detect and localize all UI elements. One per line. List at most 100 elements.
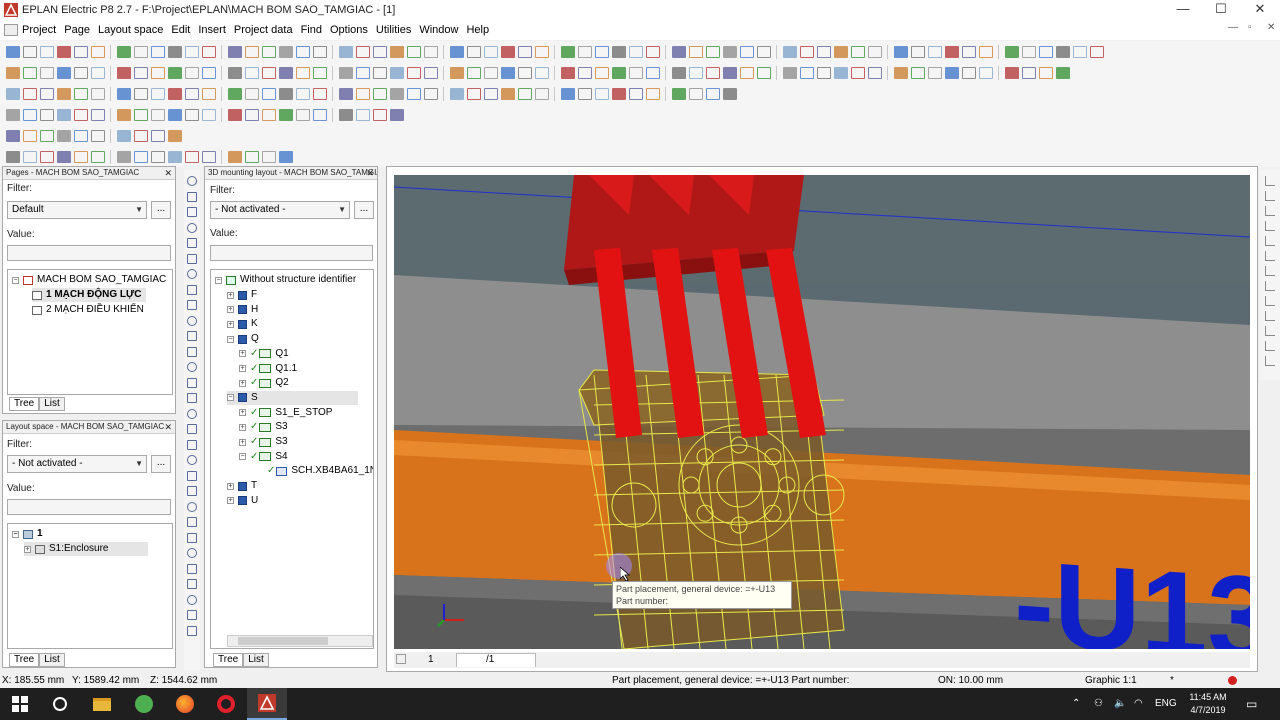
- toolbar-button-icon[interactable]: [90, 129, 105, 142]
- toolbar-button-icon[interactable]: [5, 150, 20, 163]
- menu-project-data[interactable]: Project data: [230, 20, 297, 40]
- firefox-icon[interactable]: [165, 688, 205, 720]
- toolbar-button-icon[interactable]: [389, 45, 404, 58]
- toolbar-button-icon[interactable]: [312, 45, 327, 58]
- tree-node-device[interactable]: + ✓ Q1.1: [239, 362, 297, 376]
- filter-select[interactable]: - Not activated - ▼: [7, 455, 147, 473]
- toolbar-button-icon[interactable]: [167, 108, 182, 121]
- toolbar-button-icon[interactable]: [355, 87, 370, 100]
- toolbar-button-icon[interactable]: [227, 66, 242, 79]
- toolbar-button-icon[interactable]: [722, 87, 737, 100]
- drawing-tool-icon[interactable]: [187, 455, 197, 465]
- toolbar-button-icon[interactable]: [577, 45, 592, 58]
- menu-options[interactable]: Options: [326, 20, 372, 40]
- snap-tool-icon[interactable]: [1265, 341, 1275, 351]
- collapse-icon[interactable]: −: [227, 394, 234, 402]
- maximize-button[interactable]: ☐: [1201, 0, 1241, 20]
- tray-chevron-icon[interactable]: ⌃: [1072, 688, 1080, 720]
- expand-icon[interactable]: +: [239, 379, 246, 387]
- drawing-tool-icon[interactable]: [187, 501, 197, 512]
- toolbar-button-icon[interactable]: [833, 66, 848, 79]
- toolbar-button-icon[interactable]: [423, 66, 438, 79]
- 3d-viewport[interactable]: -U13 Part placement, general device: =+-…: [394, 175, 1250, 649]
- toolbar-button-icon[interactable]: [355, 108, 370, 121]
- toolbar-button-icon[interactable]: [133, 150, 148, 163]
- toolbar-button-icon[interactable]: [517, 66, 532, 79]
- toolbar-button-icon[interactable]: [978, 45, 993, 58]
- menu-page[interactable]: Page: [60, 20, 94, 40]
- toolbar-button-icon[interactable]: [611, 87, 626, 100]
- scrollbar-thumb[interactable]: [238, 637, 328, 645]
- snap-tool-icon[interactable]: [1265, 356, 1275, 366]
- toolbar-button-icon[interactable]: [312, 108, 327, 121]
- snap-tool-icon[interactable]: [1265, 311, 1275, 321]
- tree-node-group-q[interactable]: − Q: [227, 332, 259, 346]
- toolbar-button-icon[interactable]: [739, 66, 754, 79]
- toolbar-button-icon[interactable]: [628, 45, 643, 58]
- toolbar-button-icon[interactable]: [389, 87, 404, 100]
- toolbar-button-icon[interactable]: [628, 66, 643, 79]
- value-input[interactable]: [7, 245, 171, 261]
- toolbar-button-icon[interactable]: [39, 87, 54, 100]
- toolbar-button-icon[interactable]: [39, 150, 54, 163]
- toolbar-button-icon[interactable]: [1072, 45, 1087, 58]
- toolbar-button-icon[interactable]: [449, 87, 464, 100]
- toolbar-button-icon[interactable]: [500, 87, 515, 100]
- toolbar-button-icon[interactable]: [927, 45, 942, 58]
- toolbar-button-icon[interactable]: [150, 108, 165, 121]
- drawing-tool-icon[interactable]: [187, 222, 197, 233]
- drawing-tool-icon[interactable]: [187, 470, 197, 481]
- toolbar-button-icon[interactable]: [961, 45, 976, 58]
- toolbar-button-icon[interactable]: [500, 66, 515, 79]
- toolbar-button-icon[interactable]: [756, 45, 771, 58]
- toolbar-button-icon[interactable]: [534, 87, 549, 100]
- toolbar-button-icon[interactable]: [56, 87, 71, 100]
- drawing-tool-icon[interactable]: [187, 238, 197, 248]
- toolbar-button-icon[interactable]: [244, 150, 259, 163]
- toolbar-button-icon[interactable]: [671, 87, 686, 100]
- toolbar-button-icon[interactable]: [133, 87, 148, 100]
- toolbar-button-icon[interactable]: [312, 87, 327, 100]
- toolbar-button-icon[interactable]: [73, 87, 88, 100]
- tree-node-device[interactable]: − ✓ S4: [239, 450, 288, 464]
- toolbar-button-icon[interactable]: [867, 45, 882, 58]
- page-number[interactable]: 1: [428, 654, 434, 665]
- toolbar-button-icon[interactable]: [560, 45, 575, 58]
- toolbar-button-icon[interactable]: [338, 108, 353, 121]
- toolbar-button-icon[interactable]: [594, 87, 609, 100]
- toolbar-button-icon[interactable]: [295, 87, 310, 100]
- menu-project[interactable]: Project: [18, 20, 60, 40]
- toolbar-button-icon[interactable]: [184, 108, 199, 121]
- volume-icon[interactable]: 🔈: [1114, 688, 1126, 720]
- toolbar-button-icon[interactable]: [893, 45, 908, 58]
- toolbar-button-icon[interactable]: [611, 66, 626, 79]
- drawing-tool-icon[interactable]: [187, 269, 197, 279]
- toolbar-button-icon[interactable]: [167, 129, 182, 142]
- notification-icon[interactable]: ▭: [1246, 688, 1257, 720]
- toolbar-button-icon[interactable]: [295, 66, 310, 79]
- toolbar-button-icon[interactable]: [261, 45, 276, 58]
- toolbar-button-icon[interactable]: [227, 45, 242, 58]
- close-icon[interactable]: ✕: [164, 421, 172, 433]
- clock[interactable]: 11:45 AM 4/7/2019: [1180, 688, 1236, 720]
- snap-tool-icon[interactable]: [1265, 191, 1275, 201]
- snap-tool-icon[interactable]: [1265, 206, 1275, 216]
- expand-icon[interactable]: +: [227, 291, 234, 299]
- toolbar-button-icon[interactable]: [201, 66, 216, 79]
- filter-select[interactable]: - Not activated - ▼: [210, 201, 350, 219]
- drawing-tool-icon[interactable]: [187, 284, 197, 295]
- filter-more-button[interactable]: ...: [151, 201, 171, 219]
- toolbar-button-icon[interactable]: [116, 45, 131, 58]
- toolbar-button-icon[interactable]: [201, 150, 216, 163]
- toolbar-button-icon[interactable]: [244, 87, 259, 100]
- toolbar-button-icon[interactable]: [372, 87, 387, 100]
- toolbar-button-icon[interactable]: [739, 45, 754, 58]
- snap-tool-icon[interactable]: [1265, 266, 1275, 276]
- toolbar-button-icon[interactable]: [261, 66, 276, 79]
- green-app-icon[interactable]: [124, 688, 164, 720]
- toolbar-button-icon[interactable]: [1021, 66, 1036, 79]
- snap-tool-icon[interactable]: [1265, 221, 1275, 231]
- drawing-tool-icon[interactable]: [187, 610, 197, 620]
- tree-node-enclosure[interactable]: + S1:Enclosure: [24, 542, 149, 556]
- system-menu-icon[interactable]: [4, 24, 18, 36]
